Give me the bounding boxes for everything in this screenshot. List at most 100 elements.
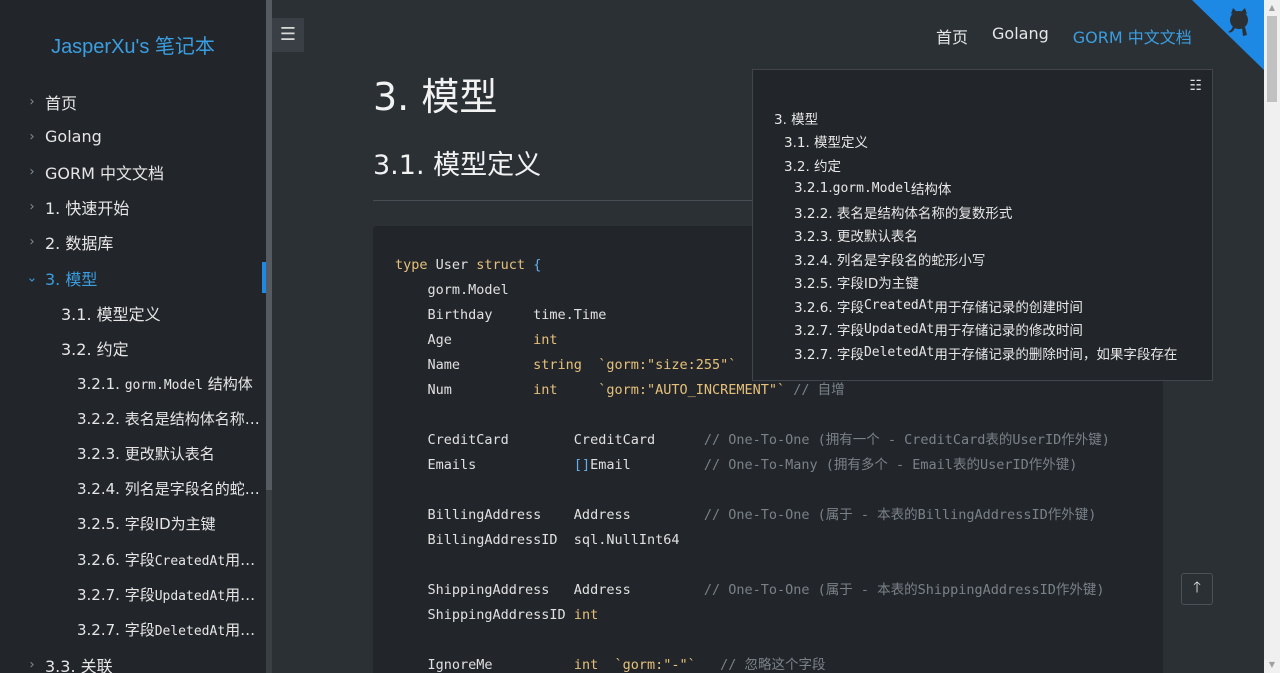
sidebar-item[interactable]: 3.2.4. 列名是字段名的蛇… xyxy=(0,471,266,506)
sidebar-item-label: 3.2.5. 字段ID为主键 xyxy=(77,515,216,534)
menu-toggle-button[interactable]: ☰ xyxy=(272,18,304,52)
code-line: ShippingAddressID int xyxy=(395,603,1110,628)
code-token: ShippingAddress Address xyxy=(395,582,704,598)
sidebar-item[interactable]: › 首页 xyxy=(0,84,266,119)
topnav-link[interactable]: GORM 中文文档 xyxy=(1073,24,1192,48)
sidebar-scrollbar[interactable] xyxy=(266,0,272,673)
hamburger-icon: ☰ xyxy=(279,24,297,45)
label-prefix: 3.2.1. xyxy=(794,180,833,197)
code-token: Birthday time.Time xyxy=(395,307,607,323)
sidebar-item-label: 3.2.3. 更改默认表名 xyxy=(77,444,215,463)
sidebar-item[interactable]: › 3.3. 关联 xyxy=(0,647,266,673)
github-corner-icon[interactable] xyxy=(1192,0,1264,70)
sidebar-item[interactable]: 3.2.5. 字段ID为主键 xyxy=(0,506,266,541)
chevron-down-icon[interactable]: ⌄ xyxy=(26,270,38,285)
code-token: // 自增 xyxy=(785,382,845,398)
sidebar-item[interactable]: › 2. 数据库 xyxy=(0,225,266,260)
code-line: IgnoreMe int `gorm:"-"` // 忽略这个字段 xyxy=(395,653,1110,673)
scroll-down-arrow-icon[interactable]: ▼ xyxy=(1264,657,1280,673)
code-token: ShippingAddressID xyxy=(395,607,574,623)
label-code: DeletedAt xyxy=(154,623,226,639)
label-prefix: 3.2.7. 字段 xyxy=(77,620,155,639)
chevron-right-icon[interactable]: › xyxy=(26,235,38,250)
list-icon[interactable]: ☷ xyxy=(1189,78,1202,94)
code-token: string xyxy=(533,357,582,373)
sidebar-item[interactable]: › GORM 中文文档 xyxy=(0,154,266,189)
label-code: UpdatedAt xyxy=(863,321,935,337)
sidebar-item[interactable]: 3.2.7. 字段UpdatedAt用… xyxy=(0,577,266,612)
label-prefix: 3.2.7. 字段 xyxy=(794,323,864,340)
label-suffix: 用于存储记录的删除时间，如果字段存在 xyxy=(934,346,1178,363)
sidebar-item-label: 3.1. 模型定义 xyxy=(61,304,161,324)
toc-item[interactable]: 3.2.7. 字段 UpdatedAt 用于存储记录的修改时间 xyxy=(753,318,1212,342)
label-code: gorm.Model xyxy=(832,180,911,196)
code-token: { xyxy=(533,257,542,273)
label-suffix: 用… xyxy=(225,550,256,569)
toc-item[interactable]: 3.2. 约定 xyxy=(753,153,1212,177)
sidebar-item[interactable]: › Golang xyxy=(0,119,266,154)
sidebar-item-label: 3.2.7. 字段DeletedAt用… xyxy=(77,619,255,640)
label-code: CreatedAt xyxy=(154,553,226,569)
sidebar-item[interactable]: 3.2.6. 字段CreatedAt用… xyxy=(0,541,266,576)
page-scroll-thumb[interactable] xyxy=(1267,16,1277,102)
sidebar-item[interactable]: 3.1. 模型定义 xyxy=(0,295,266,330)
toc-item[interactable]: 3. 模型 xyxy=(753,106,1212,130)
toc-item[interactable]: 3.2.4. 列名是字段名的蛇形小写 xyxy=(753,247,1212,271)
code-token: Num xyxy=(395,382,534,398)
sidebar-item[interactable]: 3.2.1. gorm.Model 结构体 xyxy=(0,366,266,401)
sidebar-item[interactable]: 3.2.7. 字段DeletedAt用… xyxy=(0,612,266,647)
page-scrollbar[interactable]: ▲ ▼ xyxy=(1264,0,1280,673)
code-token: Emails xyxy=(395,457,574,473)
scroll-up-arrow-icon[interactable]: ▲ xyxy=(1264,0,1280,16)
sidebar-item[interactable]: 3.2. 约定 xyxy=(0,330,266,365)
code-token: Name xyxy=(395,357,534,373)
code-token: `gorm:"AUTO_INCREMENT"` xyxy=(598,382,786,398)
code-token: // One-To-One (拥有一个 - CreditCard表的UserID… xyxy=(703,432,1110,448)
chevron-right-icon[interactable]: › xyxy=(26,164,38,179)
code-token: gorm.Model xyxy=(395,282,509,298)
topnav-link[interactable]: Golang xyxy=(992,24,1049,48)
sidebar-item[interactable]: 3.2.3. 更改默认表名 xyxy=(0,436,266,471)
back-to-top-button[interactable]: 🡑 xyxy=(1181,573,1213,605)
topnav-link[interactable]: 首页 xyxy=(936,24,968,48)
sidebar-item-label: 3.2.6. 字段CreatedAt用… xyxy=(77,549,255,570)
top-nav: 首页 Golang GORM 中文文档 xyxy=(936,24,1192,48)
toc-item[interactable]: 3.2.3. 更改默认表名 xyxy=(753,224,1212,248)
table-of-contents: ☷ 3. 模型 3.1. 模型定义 3.2. 约定 3.2.1. gorm.Model… xyxy=(752,69,1213,381)
chevron-right-icon[interactable]: › xyxy=(26,94,38,109)
code-token: BillingAddressID sql.NullInt64 xyxy=(395,532,680,548)
label-prefix: 3.2.7. 字段 xyxy=(794,346,864,363)
code-token: int xyxy=(533,332,558,348)
label-code: CreatedAt xyxy=(863,298,935,314)
code-token: `gorm:"size:255"` xyxy=(598,357,737,373)
toc-item[interactable]: 3.2.5. 字段ID为主键 xyxy=(753,271,1212,295)
sidebar-item-label: 3.2.7. 字段UpdatedAt用… xyxy=(77,584,255,605)
sidebar-item[interactable]: ⌄ 3. 模型 xyxy=(0,260,266,295)
toc-item[interactable]: 3.2.2. 表名是结构体名称的复数形式 xyxy=(753,200,1212,224)
sidebar-item-label: 1. 快速开始 xyxy=(45,199,130,219)
sidebar-scroll-thumb[interactable] xyxy=(266,0,272,490)
chevron-right-icon[interactable]: › xyxy=(26,129,38,144)
toc-item[interactable]: 3.2.1. gorm.Model 结构体 xyxy=(753,177,1212,201)
page-title: 3. 模型 xyxy=(373,75,498,119)
label-code: UpdatedAt xyxy=(154,588,226,604)
sidebar-item-label: 2. 数据库 xyxy=(45,234,114,254)
chevron-right-icon[interactable]: › xyxy=(26,200,38,215)
toc-item[interactable]: 3.2.7. 字段 DeletedAt 用于存储记录的删除时间，如果字段存在 xyxy=(753,341,1212,365)
code-token: // One-To-One (属于 - 本表的ShippingAddressID… xyxy=(703,582,1105,598)
toc-item[interactable]: 3.2.6. 字段 CreatedAt 用于存储记录的创建时间 xyxy=(753,294,1212,318)
code-token: CreditCard CreditCard xyxy=(395,432,704,448)
sidebar-item-label: 3.2. 约定 xyxy=(61,339,129,359)
chevron-right-icon[interactable]: › xyxy=(26,657,38,672)
toc-item[interactable]: 3.1. 模型定义 xyxy=(753,130,1212,154)
sidebar-item[interactable]: 3.2.2. 表名是结构体名称… xyxy=(0,401,266,436)
sidebar-item[interactable]: › 1. 快速开始 xyxy=(0,190,266,225)
site-title[interactable]: JasperXu's 笔记本 xyxy=(0,30,266,59)
code-line: Emails []Email // One-To-Many (拥有多个 - Em… xyxy=(395,453,1110,478)
label-prefix: 3.2.6. 字段 xyxy=(77,550,155,569)
